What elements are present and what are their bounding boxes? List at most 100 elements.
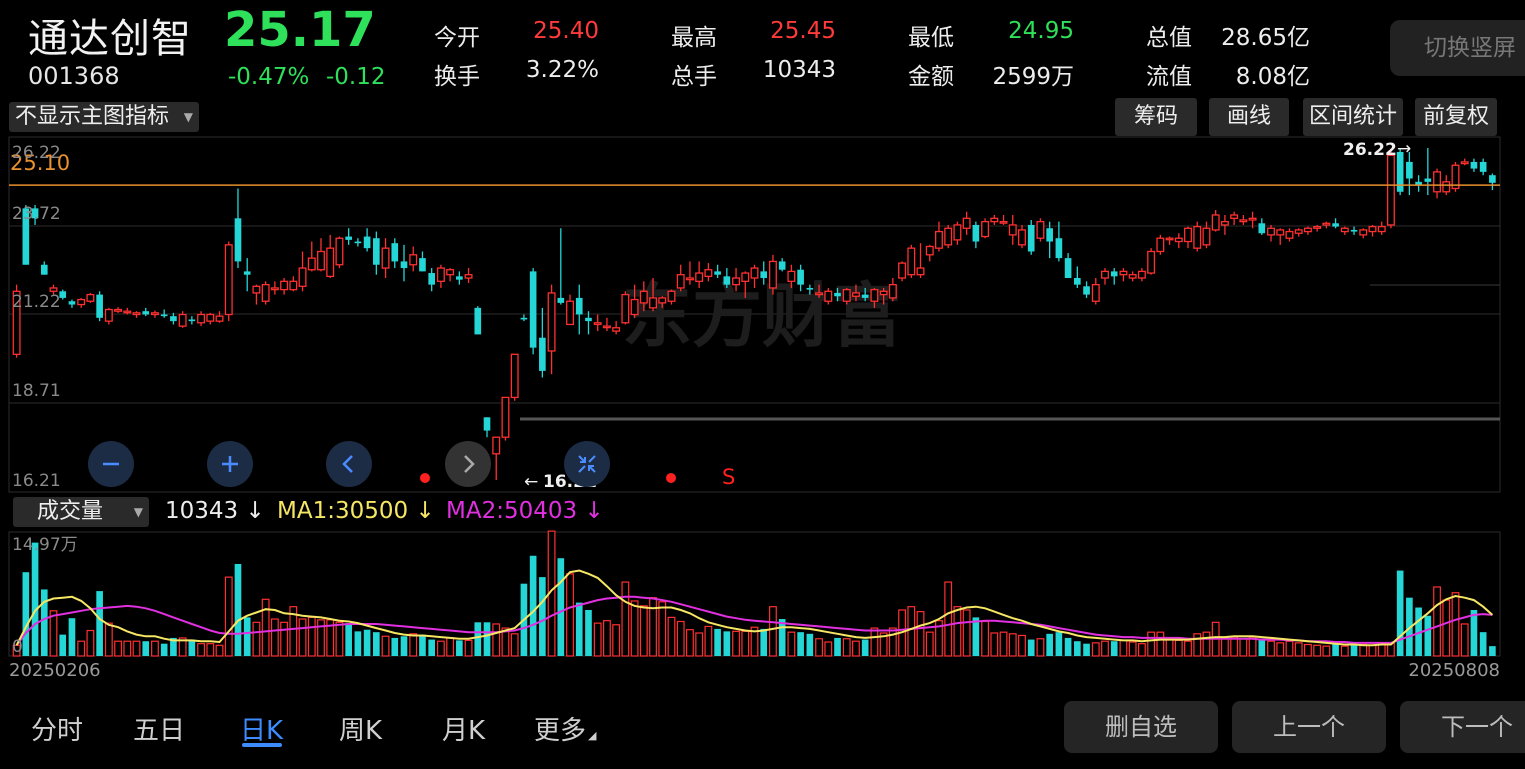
volume-bar bbox=[483, 622, 491, 656]
scroll-left-button[interactable] bbox=[326, 441, 372, 487]
candle-body bbox=[732, 277, 741, 286]
candle-body bbox=[1156, 237, 1165, 253]
candle-body bbox=[520, 317, 528, 320]
reset-zoom-button[interactable] bbox=[564, 441, 610, 487]
volume-bar bbox=[787, 631, 796, 657]
volume-bar bbox=[142, 641, 150, 656]
candle-body bbox=[1165, 237, 1174, 241]
volume-bar bbox=[224, 576, 233, 657]
volume-bar bbox=[68, 618, 76, 656]
next-stock-button[interactable]: 下一个 bbox=[1400, 701, 1525, 753]
tab-intraday[interactable]: 分时 bbox=[31, 710, 83, 747]
candle-body bbox=[1386, 154, 1395, 226]
high-arrow-icon: → bbox=[1397, 139, 1411, 159]
volume-bar bbox=[612, 624, 621, 657]
tab-daily-k[interactable]: 日K bbox=[240, 710, 283, 747]
zoom-in-button[interactable] bbox=[207, 441, 253, 487]
candle-body bbox=[925, 245, 934, 256]
volume-bar bbox=[769, 606, 777, 657]
volume-indicator-select[interactable]: 成交量 ▼ bbox=[13, 497, 149, 527]
candle-body bbox=[953, 224, 962, 241]
volume-bar bbox=[704, 625, 713, 657]
volume-bar bbox=[391, 637, 399, 656]
tab-weekly-k[interactable]: 周K bbox=[339, 710, 382, 747]
remove-watchlist-button[interactable]: 删自选 bbox=[1064, 701, 1218, 753]
volume-bar bbox=[990, 632, 999, 657]
candle-body bbox=[464, 274, 473, 279]
candle-body bbox=[391, 243, 399, 262]
candle-body bbox=[1036, 220, 1045, 239]
candle-body bbox=[1193, 225, 1202, 249]
y-label-2: 23.72 bbox=[12, 204, 61, 224]
volume-indicator-label: 成交量 bbox=[37, 499, 104, 524]
volume-bar bbox=[1064, 637, 1072, 656]
candle-body bbox=[676, 274, 685, 289]
candle-body bbox=[1313, 225, 1322, 229]
scroll-right-button[interactable] bbox=[445, 441, 491, 487]
volume-bar bbox=[160, 643, 168, 656]
candle-body bbox=[1489, 175, 1496, 183]
volume-bar bbox=[852, 640, 860, 657]
candle-body bbox=[1424, 178, 1432, 182]
candle-body bbox=[298, 267, 307, 287]
tab-monthly-k[interactable]: 月K bbox=[442, 710, 485, 747]
candle-body bbox=[612, 327, 621, 332]
volume-bar bbox=[1451, 592, 1460, 657]
volume-bar bbox=[1055, 632, 1063, 656]
volume-ma1: MA1:30500 ↓ bbox=[277, 498, 435, 524]
candle-body bbox=[806, 287, 814, 290]
zoom-out-button[interactable] bbox=[88, 441, 134, 487]
candle-body bbox=[280, 280, 289, 291]
volume-bar bbox=[760, 628, 768, 656]
volume-bar bbox=[104, 622, 113, 657]
previous-stock-button[interactable]: 上一个 bbox=[1232, 701, 1386, 753]
volume-max-label: 14.97万 bbox=[12, 535, 78, 555]
candle-body bbox=[49, 287, 58, 292]
start-date: 20250206 bbox=[9, 660, 101, 681]
volume-bar bbox=[197, 643, 206, 657]
volume-bar bbox=[1368, 644, 1377, 657]
candle-body bbox=[1074, 278, 1081, 285]
kline-chart[interactable]: 东方财富 25.10 26.22 23.72 21.22 18.71 16.21… bbox=[0, 0, 1525, 769]
volume-zero-label: 0 bbox=[12, 637, 23, 657]
volume-bar bbox=[1074, 641, 1081, 656]
candle-body bbox=[879, 290, 888, 296]
candle-body bbox=[797, 269, 804, 285]
candle-body bbox=[1101, 270, 1109, 279]
candle-body bbox=[1202, 227, 1211, 246]
volume-bar bbox=[621, 581, 630, 657]
volume-bar bbox=[86, 629, 95, 657]
active-tab-indicator bbox=[242, 743, 282, 747]
volume-bar bbox=[1008, 633, 1017, 657]
tab-more[interactable]: 更多 ◢ bbox=[534, 710, 596, 747]
candle-body bbox=[86, 293, 95, 302]
candle-body bbox=[1147, 250, 1156, 274]
candle-body bbox=[1230, 214, 1239, 219]
candle-body bbox=[243, 271, 251, 275]
tab-five-day[interactable]: 五日 bbox=[133, 710, 185, 747]
volume-bar bbox=[593, 622, 602, 657]
volume-bar bbox=[436, 640, 445, 657]
volume-bar bbox=[335, 621, 344, 657]
volume-bar bbox=[639, 605, 648, 657]
candle-body bbox=[68, 301, 76, 305]
volume-bar bbox=[907, 606, 916, 657]
more-triangle-icon: ◢ bbox=[588, 729, 597, 742]
candle-body bbox=[1220, 220, 1229, 226]
candle-body bbox=[428, 273, 435, 285]
candle-body bbox=[741, 272, 750, 282]
volume-bar bbox=[815, 638, 823, 657]
volume-ma2: MA2:50403 ↓ bbox=[446, 498, 604, 524]
volume-bar bbox=[575, 602, 583, 656]
candle-body bbox=[714, 271, 721, 275]
volume-bar bbox=[446, 637, 455, 657]
candle-body bbox=[1350, 229, 1358, 232]
volume-bar bbox=[944, 581, 953, 657]
volume-bar bbox=[114, 640, 122, 657]
volume-bar bbox=[59, 634, 67, 656]
plus-icon bbox=[222, 456, 238, 472]
candle-body bbox=[990, 217, 999, 223]
watermark: 东方财富 bbox=[622, 275, 902, 357]
volume-bar bbox=[999, 631, 1008, 657]
volume-bar bbox=[206, 643, 215, 657]
